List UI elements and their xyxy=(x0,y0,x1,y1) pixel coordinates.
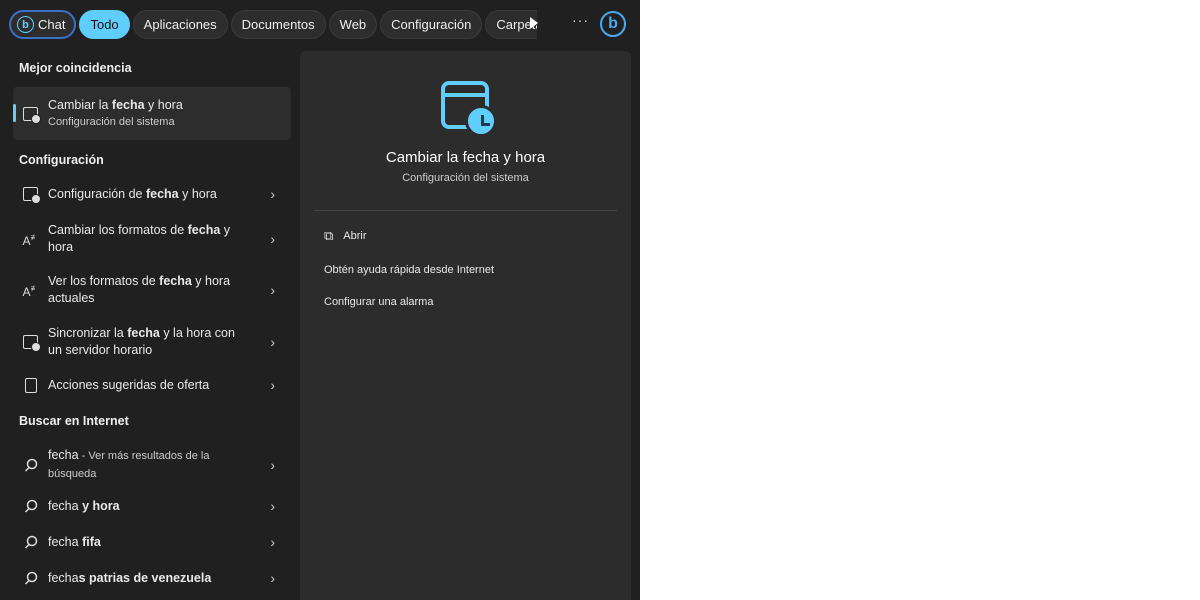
text-segment: Ver los formatos de xyxy=(48,274,160,288)
settings-item[interactable]: A≢ Cambiar los formatos de fecha y hora › xyxy=(13,222,291,256)
best-match-subtitle: Configuración del sistema xyxy=(48,115,175,128)
text-format-icon: A≢ xyxy=(22,232,39,248)
chevron-right-icon: › xyxy=(270,281,275,298)
web-item[interactable]: fecha y hora › xyxy=(13,494,291,518)
calendar-clock-icon xyxy=(13,187,48,204)
action-quick-help[interactable]: Obtén ayuda rápida desde Internet xyxy=(324,264,494,276)
tab-web[interactable]: Web xyxy=(328,10,378,39)
text-segment: y hora xyxy=(178,186,217,201)
calendar-clock-icon xyxy=(441,81,497,137)
text-segment: fifa xyxy=(78,534,101,549)
preview-pane: Cambiar la fecha y hora Configuración de… xyxy=(300,51,631,600)
preview-title: Cambiar la fecha y hora xyxy=(385,149,546,166)
search-icon xyxy=(13,458,48,472)
chevron-right-icon: › xyxy=(270,185,275,202)
text-segment: fecha xyxy=(48,498,79,513)
scroll-tabs-right-icon[interactable] xyxy=(530,17,538,29)
chevron-right-icon: › xyxy=(270,230,275,247)
chevron-right-icon: › xyxy=(270,456,275,473)
text-segment: fecha xyxy=(48,570,79,585)
chevron-right-icon: › xyxy=(270,333,275,350)
text-segment: fecha xyxy=(48,534,79,549)
text-segment: fecha xyxy=(48,448,79,462)
action-open[interactable]: ⧉ Abrir xyxy=(324,228,367,244)
chevron-right-icon: › xyxy=(270,533,275,550)
bing-icon[interactable]: b xyxy=(600,11,626,37)
action-set-alarm[interactable]: Configurar una alarma xyxy=(324,296,433,308)
text-segment: Configuración de xyxy=(48,186,146,201)
tab-configuracion[interactable]: Configuración xyxy=(380,10,483,39)
windows-search-panel: b Chat Todo Aplicaciones Documentos Web C… xyxy=(0,0,640,600)
text-segment: Cambiar los formatos de xyxy=(48,223,188,237)
tab-todo[interactable]: Todo xyxy=(79,10,130,39)
section-best-match: Mejor coincidencia xyxy=(19,61,132,75)
text-segment: fecha xyxy=(159,274,192,288)
tab-chat[interactable]: b Chat xyxy=(9,10,77,39)
tab-documentos[interactable]: Documentos xyxy=(230,10,326,39)
text-segment: Acciones sugeridas de oferta xyxy=(48,377,210,392)
bing-chat-icon: b xyxy=(17,16,34,33)
text-segment: fecha xyxy=(145,186,179,201)
text-segment: Sincronizar la xyxy=(48,326,128,340)
web-item[interactable]: fecha fifa › xyxy=(13,530,291,554)
chevron-right-icon: › xyxy=(270,569,275,586)
chevron-right-icon: › xyxy=(270,497,275,514)
settings-item[interactable]: Acciones sugeridas de oferta › xyxy=(13,373,291,397)
calendar-clock-icon xyxy=(13,335,48,352)
best-match-title: Cambiar la fecha y hora xyxy=(48,97,251,114)
text-segment: Cambiar la xyxy=(48,97,112,112)
web-item[interactable]: fecha - Ver más resultados de la búsqued… xyxy=(13,447,291,483)
settings-item[interactable]: Sincronizar la fecha y la hora con un se… xyxy=(13,325,291,359)
best-match-item[interactable]: Cambiar la fecha y hora Configuración del… xyxy=(13,87,291,140)
search-icon xyxy=(13,571,48,585)
text-segment: y hora xyxy=(78,498,120,513)
tab-aplicaciones[interactable]: Aplicaciones xyxy=(132,10,228,39)
search-icon xyxy=(13,499,48,513)
filter-tabs: b Chat Todo Aplicaciones Documentos Web C… xyxy=(9,10,538,39)
selection-indicator xyxy=(13,104,16,122)
divider xyxy=(314,210,617,211)
tab-label: Chat xyxy=(38,17,66,32)
settings-item[interactable]: Configuración de fecha y hora › xyxy=(13,182,291,206)
action-label: Abrir xyxy=(343,230,367,242)
clipboard-icon xyxy=(13,377,48,393)
text-segment: fecha xyxy=(127,326,160,340)
section-web: Buscar en Internet xyxy=(19,414,129,428)
text-segment: fecha xyxy=(187,223,221,237)
text-segment: y hora xyxy=(144,97,183,112)
open-external-icon: ⧉ xyxy=(324,228,334,243)
web-item[interactable]: fechas patrias de venezuela › xyxy=(13,566,291,590)
text-segment: fecha xyxy=(111,97,145,112)
chevron-right-icon: › xyxy=(270,376,275,393)
calendar-clock-icon xyxy=(13,106,48,124)
settings-item[interactable]: A≢ Ver los formatos de fecha y hora actua… xyxy=(13,273,291,307)
preview-subtitle: Configuración del sistema xyxy=(402,172,529,184)
search-icon xyxy=(13,535,48,549)
section-settings: Configuración xyxy=(19,153,104,167)
text-segment: s patrias de venezuela xyxy=(78,570,212,585)
text-format-icon: A≢ xyxy=(22,283,39,299)
more-options-button[interactable]: ··· xyxy=(572,12,589,28)
